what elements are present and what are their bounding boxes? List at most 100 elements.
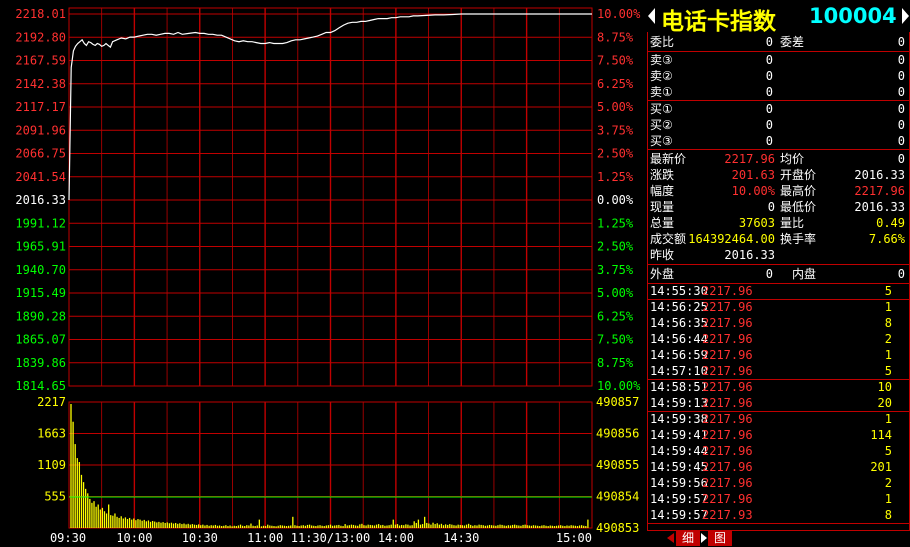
panel-row: 14:59:45 2217.96 201 [647,459,910,475]
pct-tick-label: 8.75% [597,30,634,44]
time-tick-label: 14:30 [443,531,479,545]
amp-value: 10.00% [731,184,775,198]
time-tick-label: 10:00 [116,531,152,545]
buy-price: 0 [765,102,773,116]
outer-value: 0 [765,267,773,281]
pct-tick-label: 1.25% [597,216,634,230]
tick-price: 2217.96 [702,428,753,442]
change-label: 涨跌 [650,168,675,182]
tick-time: 14:59:41 [650,428,708,442]
volume-tick-label: 1663 [37,427,66,441]
tick-time: 14:59:38 [650,412,708,426]
sell-volume: 0 [897,69,905,83]
tick-price: 2217.96 [702,412,753,426]
panel-row: 14:59:44 2217.96 5 [647,443,910,459]
pct-tick-label: 1.25% [597,170,634,184]
pct-tick-label: 10.00% [597,7,641,21]
quote-panel: 电话卡指数 100004 委比 0 委差 0 卖③ 0 0 卖② 0 0 卖① 0 0 买① 0 0 买② 0 0 买… [647,0,910,547]
panel-divider [647,264,910,265]
panel-row: 卖③ 0 0 [647,52,910,68]
turn-rate-value: 7.66% [868,232,905,246]
tick-price: 2217.96 [702,444,753,458]
open-label: 开盘价 [780,168,817,182]
tick-price: 2217.96 [702,300,753,314]
panel-row: 14:56:35 2217.96 8 [647,315,910,331]
panel-divider [647,149,910,150]
tick-time: 14:59:56 [650,476,708,490]
tick-volume: 1 [884,492,892,506]
panel-row: 14:59:41 2217.96 114 [647,427,910,443]
volume-right-tick-label: 490857 [596,395,639,409]
tab-chart[interactable]: 图 [708,530,732,546]
panel-divider [647,523,910,524]
tick-time: 14:57:10 [650,364,708,378]
panel-row: 14:59:57 2217.96 1 [647,491,910,507]
outer-label: 外盘 [650,267,675,281]
time-tick-label: 10:30 [182,531,218,545]
volume-right-tick-label: 490856 [596,427,639,441]
tick-time: 14:56:25 [650,300,708,314]
tick-volume: 5 [884,364,892,378]
panel-row: 卖② 0 0 [647,68,910,84]
change-value: 201.63 [731,168,775,182]
volume-right-tick-label: 490853 [596,521,639,535]
panel-row: 14:59:57 2217.93 8 [647,507,910,523]
volume-bars [70,404,589,528]
tick-price: 2217.96 [702,476,753,490]
panel-row: 14:56:44 2217.96 2 [647,331,910,347]
latest-value: 2217.96 [724,152,775,166]
tick-time: 14:59:44 [650,444,708,458]
price-tick-label: 1890.28 [15,309,66,323]
time-tick-label: 11:30/13:00 [291,531,370,545]
price-tick-label: 2117.17 [15,100,66,114]
price-tick-label: 2091.96 [15,123,66,137]
price-tick-label: 2041.54 [15,170,66,184]
panel-row: 卖① 0 0 [647,84,910,100]
panel-row: 14:59:13 2217.96 20 [647,395,910,411]
axis-labels: 2218.01 10.00% 2192.80 8.75% 2167.59 7.50% 214… [15,7,641,545]
sell-level-label: 卖① [650,85,673,99]
open-value: 2016.33 [854,168,905,182]
index-title: 电话卡指数 [661,9,776,35]
wei-bi-value: 0 [765,35,773,49]
prev-arrow-icon[interactable] [648,8,655,24]
tab-divider-icon [701,533,707,543]
buy-level-label: 买① [650,102,673,116]
sell-price: 0 [765,53,773,67]
panel-row: 涨跌 201.63 开盘价 2016.33 [647,167,910,183]
tick-time: 14:59:57 [650,508,708,522]
amp-label: 幅度 [650,184,675,198]
volume-tick-label: 2217 [37,395,66,409]
panel-row: 14:56:59 2217.96 1 [647,347,910,363]
intraday-chart[interactable]: 2218.01 10.00% 2192.80 8.75% 2167.59 7.50% 214… [0,0,645,547]
wei-cha-label: 委差 [780,35,805,49]
price-tick-label: 2218.01 [15,7,66,21]
panel-row: 买③ 0 0 [647,133,910,149]
price-tick-label: 1940.70 [15,263,66,277]
chart-grid [68,7,593,529]
prev-close-value: 2016.33 [724,248,775,262]
avg-value: 0 [897,152,905,166]
wei-bi-label: 委比 [650,35,675,49]
panel-row: 14:59:38 2217.96 1 [647,411,910,427]
panel-row: 成交额 164392464.00 换手率 7.66% [647,231,910,247]
tick-price: 2217.96 [702,348,753,362]
panel-row: 昨收 2016.33 [647,247,910,263]
tab-detail[interactable]: 细 [676,530,700,546]
turnover-value: 164392464.00 [688,232,775,246]
tick-time: 14:59:45 [650,460,708,474]
buy-level-label: 买③ [650,134,673,148]
buy-price: 0 [765,134,773,148]
tick-volume: 1 [884,300,892,314]
next-arrow-icon[interactable] [902,8,909,24]
tick-volume: 114 [870,428,892,442]
latest-label: 最新价 [650,152,687,166]
tab-left-arrow-icon[interactable] [667,533,674,543]
buy-volume: 0 [897,118,905,132]
pct-tick-label: 2.50% [597,147,634,161]
tick-time: 14:55:30 [650,284,708,298]
sell-level-label: 卖③ [650,53,673,67]
low-value: 2016.33 [854,200,905,214]
header: 电话卡指数 100004 [647,0,910,35]
pct-tick-label: 6.25% [597,77,634,91]
